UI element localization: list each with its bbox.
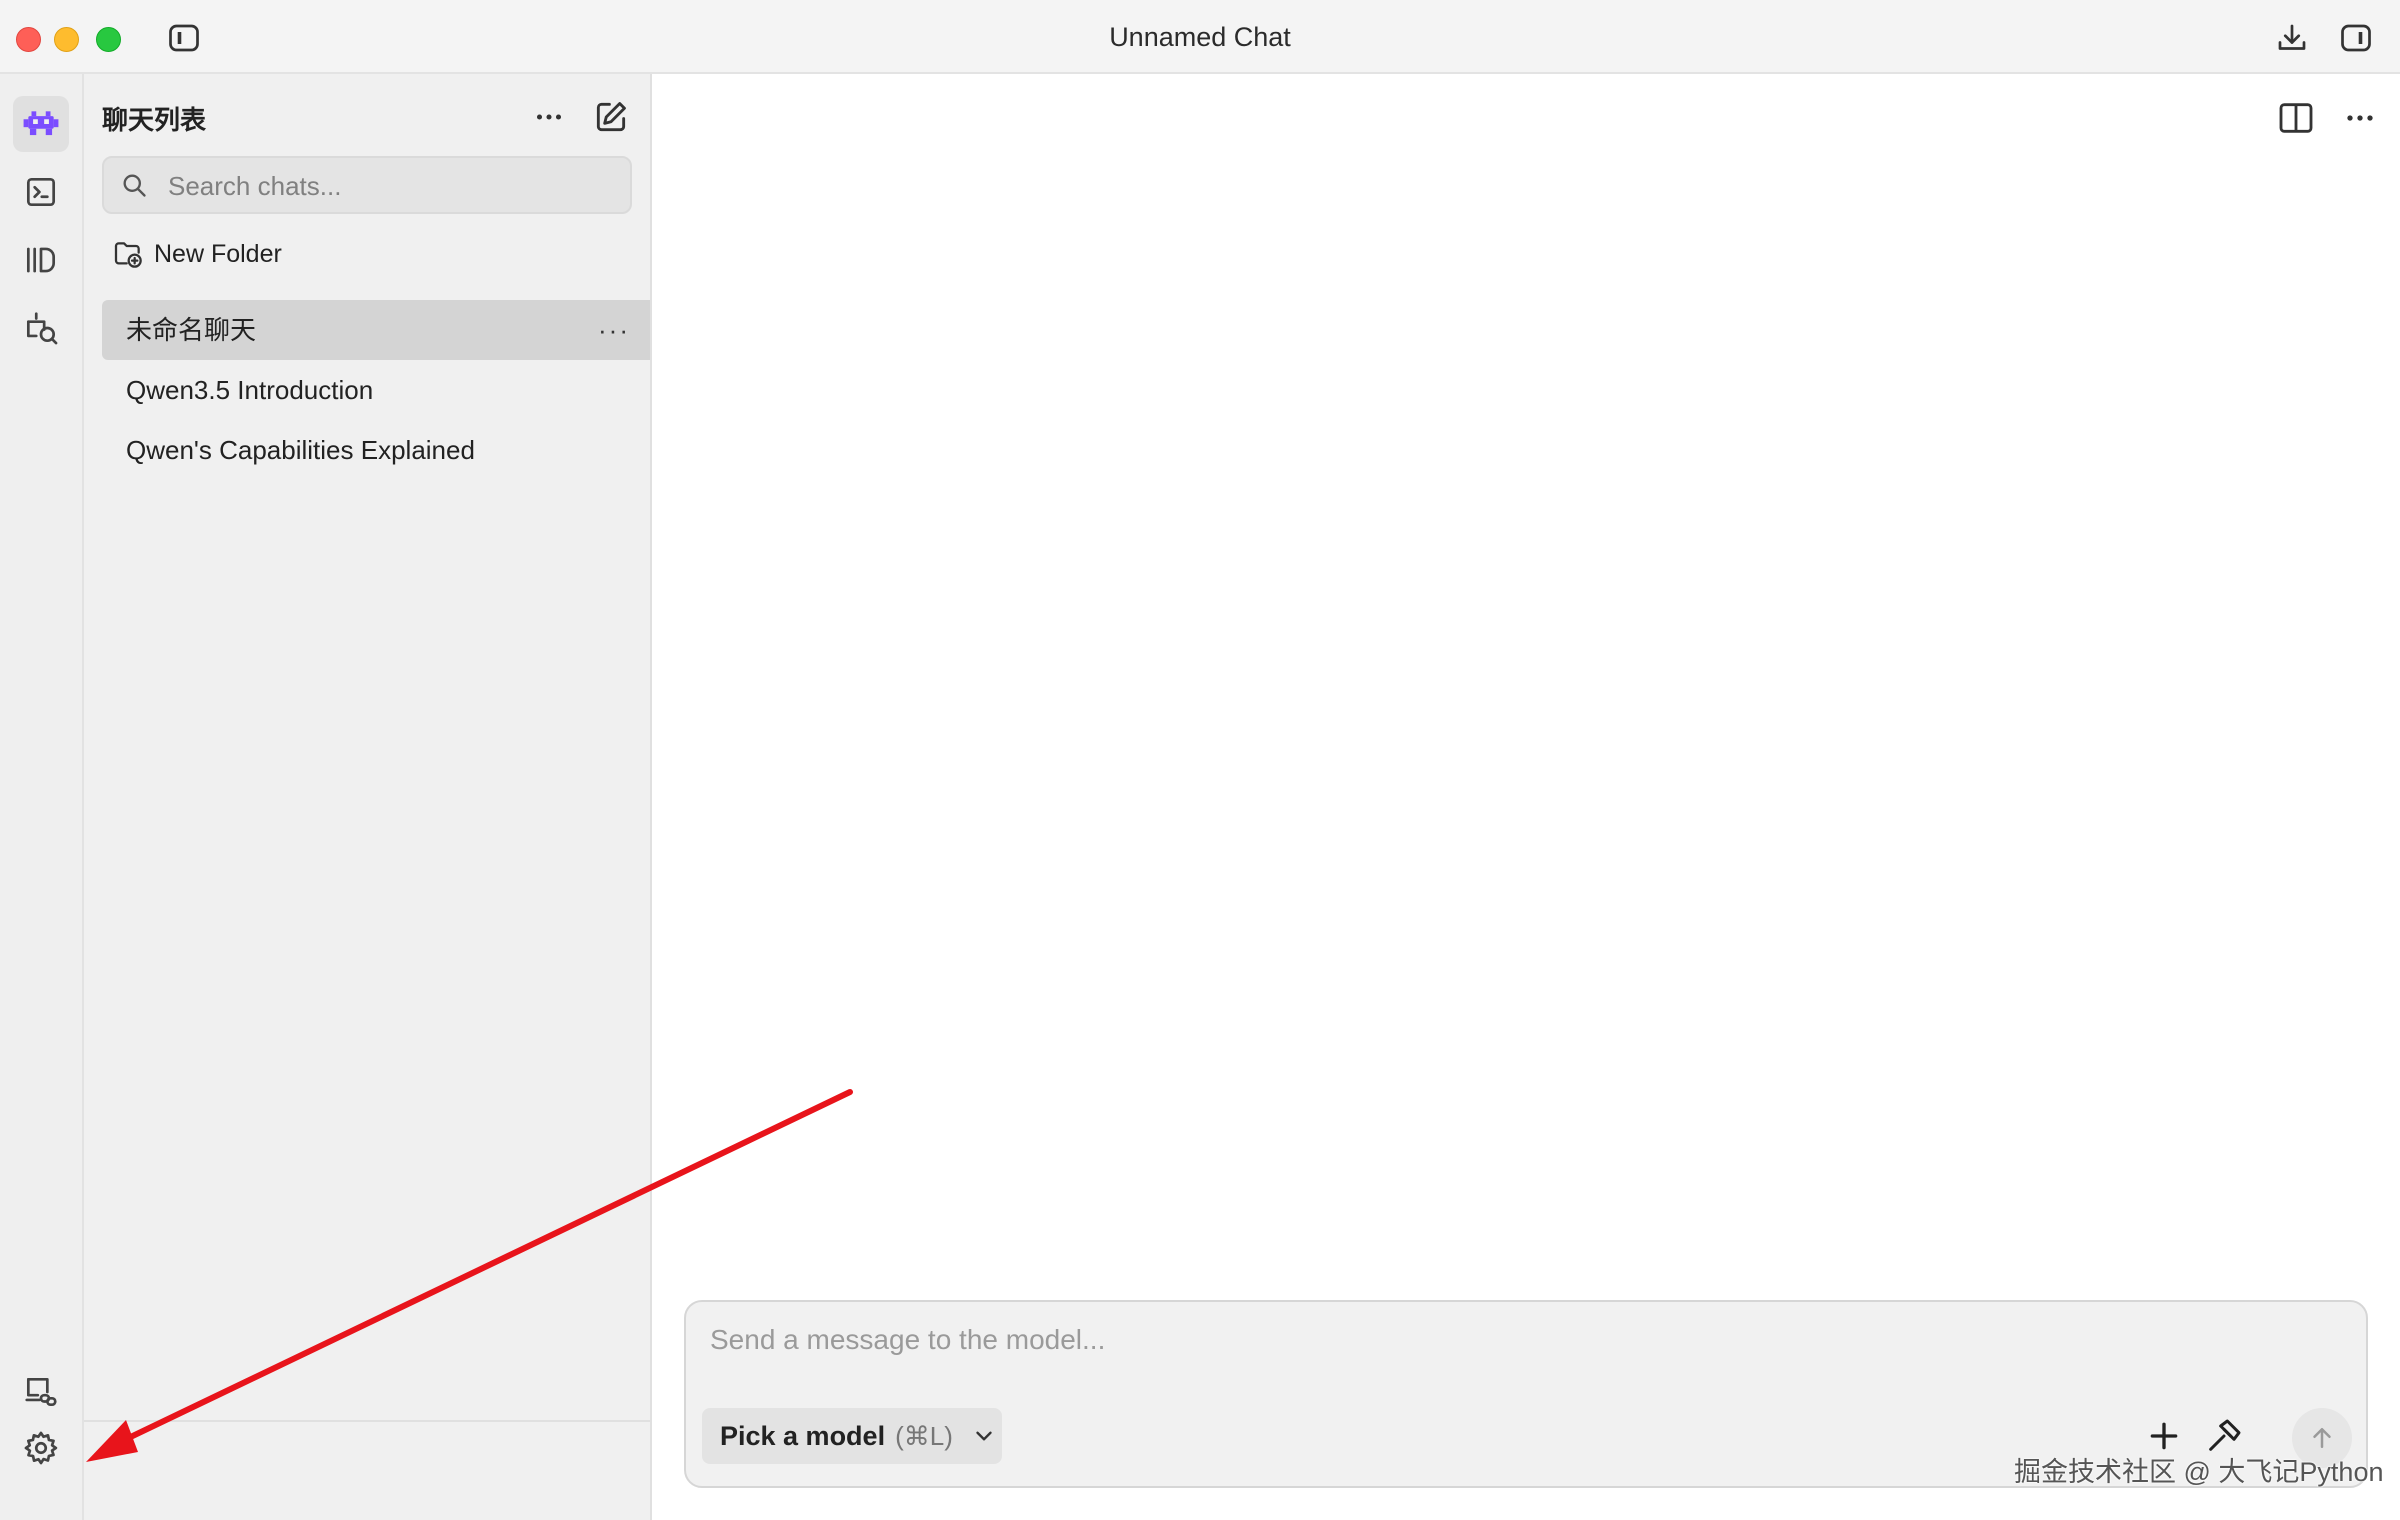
- rail-chat-button[interactable]: [13, 96, 69, 152]
- rail-developer-button[interactable]: [13, 164, 69, 220]
- chat-title: Qwen's Capabilities Explained: [126, 435, 475, 465]
- model-picker-button[interactable]: Pick a model (⌘L): [702, 1408, 1002, 1464]
- chat-title: Qwen3.5 Introduction: [126, 375, 374, 405]
- model-picker-shortcut: (⌘L): [895, 1420, 953, 1451]
- chat-list-sidebar: 聊天列表 New Folder 未命名聊天 ··· Qwen3.5 Introd…: [84, 74, 652, 1520]
- chat-list-item[interactable]: Qwen's Capabilities Explained: [102, 420, 650, 480]
- nav-rail: [0, 74, 84, 1520]
- search-chats-box[interactable]: [102, 156, 632, 214]
- watermark: 掘金技术社区 @ 大飞记Python: [2014, 1457, 2384, 1487]
- message-input[interactable]: [708, 1322, 2312, 1386]
- library-icon: [26, 247, 56, 273]
- search-models-icon: [26, 312, 58, 345]
- search-icon: [123, 174, 146, 197]
- rail-discover-button[interactable]: [13, 300, 69, 356]
- chat-list-item[interactable]: Qwen3.5 Introduction: [102, 360, 650, 420]
- right-panel-icon[interactable]: [2338, 20, 2374, 56]
- terminal-icon: [26, 177, 56, 207]
- model-picker-label: Pick a model: [720, 1420, 886, 1451]
- more-options-icon[interactable]: [530, 98, 568, 136]
- robot-icon: [23, 111, 59, 136]
- chat-more-options-icon[interactable]: [2340, 98, 2380, 138]
- split-view-icon[interactable]: [2276, 98, 2316, 138]
- sidebar-footer-divider: [84, 1420, 650, 1422]
- new-folder-label: New Folder: [154, 239, 282, 268]
- download-icon[interactable]: [2274, 20, 2310, 56]
- folder-plus-icon: [114, 242, 142, 268]
- chevron-down-icon: [976, 1431, 992, 1441]
- title-bar: Unnamed Chat: [0, 0, 2400, 74]
- link-device-icon: [25, 1377, 57, 1407]
- rail-settings-button[interactable]: [13, 1420, 69, 1476]
- rail-remote-button[interactable]: [13, 1364, 69, 1420]
- chat-more-icon[interactable]: ···: [598, 300, 630, 360]
- window-title: Unnamed Chat: [1109, 22, 1291, 52]
- rail-models-button[interactable]: [13, 232, 69, 288]
- chat-main-area: Pick a model (⌘L): [652, 74, 2400, 1520]
- gear-icon: [24, 1431, 58, 1465]
- search-input[interactable]: [166, 158, 610, 214]
- chat-list-item[interactable]: 未命名聊天 ···: [102, 300, 650, 360]
- arrow-up-icon: [2313, 1428, 2331, 1448]
- chat-title: 未命名聊天: [126, 315, 257, 345]
- new-folder-button[interactable]: New Folder: [112, 234, 282, 274]
- new-chat-icon[interactable]: [592, 98, 630, 136]
- sidebar-title: 聊天列表: [102, 105, 207, 135]
